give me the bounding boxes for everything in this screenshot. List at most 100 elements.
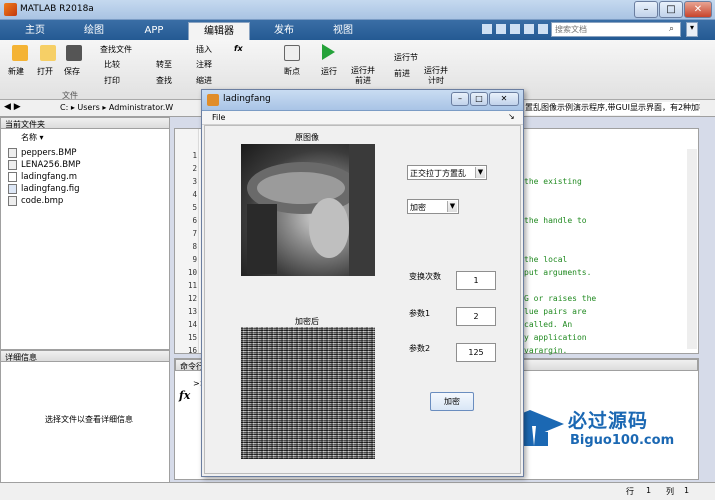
search-icon[interactable]: ⌕: [669, 24, 674, 34]
run-advance-button[interactable]: 运行并 前进: [351, 66, 375, 86]
cut-icon[interactable]: [496, 24, 506, 34]
image-file-icon: [8, 196, 17, 206]
editor-scrollbar[interactable]: [687, 149, 697, 349]
fx-icon: fx: [179, 389, 191, 402]
help-icon[interactable]: [538, 24, 548, 34]
app-title-bar: MATLAB R2018a – □ ✕: [0, 0, 715, 20]
open-folder-icon[interactable]: [40, 45, 56, 61]
advance-button[interactable]: 前进: [394, 68, 410, 79]
tab-editor[interactable]: 编辑器: [188, 22, 250, 40]
find-button[interactable]: 查找: [156, 75, 172, 86]
param1-input[interactable]: 2: [456, 307, 496, 326]
encrypt-button[interactable]: 加密: [430, 392, 474, 411]
code-comment-line: called. An: [524, 320, 573, 329]
chevron-down-icon[interactable]: ▼: [447, 201, 457, 212]
line-number: 13: [187, 307, 197, 316]
save-icon[interactable]: [482, 24, 492, 34]
current-folder-panel: 名称 ▾ peppers.BMP LENA256.BMP ladingfang.…: [0, 128, 170, 350]
editor-breadcrumb: 置乱图像示例演示程序,带GUI显示界面，有2种加密算法 ▸ 图像加解密: [525, 102, 700, 115]
breakpoints-button[interactable]: 断点: [284, 66, 300, 77]
tab-apps[interactable]: APP: [128, 22, 180, 40]
figure-title-bar: ladingfang – □ ✕: [202, 90, 523, 111]
iterations-input[interactable]: 1: [456, 271, 496, 290]
goto-button[interactable]: 转至: [156, 59, 172, 70]
name-column-header[interactable]: 名称 ▾: [21, 132, 44, 143]
figure-maximize-button[interactable]: □: [470, 92, 488, 106]
code-comment-line: lue pairs are: [524, 307, 587, 316]
file-item[interactable]: ladingfang.m: [8, 172, 77, 182]
chevron-down-icon[interactable]: ▼: [475, 167, 485, 178]
current-path[interactable]: C: ▸ Users ▸ Administrator.W: [60, 103, 200, 112]
new-button[interactable]: 新建: [8, 66, 24, 77]
back-arrow-icon[interactable]: ◀ ▶: [4, 102, 21, 112]
fig-file-icon: [8, 184, 17, 194]
file-menu[interactable]: File: [212, 113, 225, 122]
status-bar: 行 1 列 1: [0, 482, 715, 500]
code-comment-line: the existing: [524, 177, 582, 186]
param2-input[interactable]: 125: [456, 343, 496, 362]
line-number: 1: [192, 151, 197, 160]
row-label: 行: [626, 487, 634, 496]
tab-home[interactable]: 主页: [10, 22, 60, 40]
mode-select-value: 加密: [410, 203, 426, 212]
param1-label: 参数1: [409, 309, 431, 318]
method-select-value: 正交拉丁方置乱: [410, 169, 466, 178]
open-button[interactable]: 打开: [37, 66, 53, 77]
code-comment-line: the local: [524, 255, 568, 264]
mode-select[interactable]: 加密 ▼: [407, 199, 459, 214]
lena-image-icon: [247, 144, 375, 276]
undo-icon[interactable]: [510, 24, 520, 34]
maximize-button[interactable]: □: [659, 1, 683, 18]
code-comment-line: G or raises the: [524, 294, 597, 303]
file-item[interactable]: code.bmp: [8, 196, 63, 206]
save-button[interactable]: 保存: [64, 66, 80, 77]
comment-button[interactable]: 注释: [196, 59, 212, 70]
run-icon[interactable]: [322, 44, 335, 60]
file-item[interactable]: LENA256.BMP: [8, 160, 81, 170]
figure-close-button[interactable]: ✕: [489, 92, 519, 106]
save-disk-icon[interactable]: [66, 45, 82, 61]
minimize-button[interactable]: –: [634, 1, 658, 18]
tab-publish[interactable]: 发布: [256, 22, 312, 40]
line-number: 10: [187, 268, 197, 277]
col-value: 1: [684, 486, 690, 495]
original-image: [241, 144, 375, 276]
code-comment-line: the handle to: [524, 216, 587, 225]
print-button[interactable]: 打印: [104, 75, 120, 86]
close-button[interactable]: ✕: [684, 1, 712, 18]
redo-icon[interactable]: [524, 24, 534, 34]
search-docs-input[interactable]: [551, 22, 681, 37]
quick-access-toolbar: [482, 24, 548, 37]
find-files-button[interactable]: 查找文件: [100, 44, 132, 55]
line-number: 14: [187, 320, 197, 329]
line-number: 7: [192, 229, 197, 238]
file-item[interactable]: ladingfang.fig: [8, 184, 80, 194]
tab-view[interactable]: 视图: [318, 22, 368, 40]
run-button[interactable]: 运行: [321, 66, 337, 77]
figure-icon: [207, 94, 219, 106]
run-section-button[interactable]: 运行节: [394, 52, 418, 63]
filter-icon[interactable]: ▾: [686, 22, 698, 37]
line-number: 12: [187, 294, 197, 303]
run-time-button[interactable]: 运行并 计时: [424, 66, 448, 86]
matlab-logo-icon: [4, 3, 17, 16]
compare-button[interactable]: 比较: [104, 59, 120, 70]
figure-window: ladingfang – □ ✕ File ↘ 原图像 加密后 正交拉丁方置乱 …: [201, 89, 524, 477]
indent-button[interactable]: 缩进: [196, 75, 212, 86]
line-number: 4: [192, 190, 197, 199]
figure-minimize-button[interactable]: –: [451, 92, 469, 106]
line-number: 11: [187, 281, 197, 290]
line-number: 15: [187, 333, 197, 342]
fx-button[interactable]: fx: [234, 44, 243, 53]
method-select[interactable]: 正交拉丁方置乱 ▼: [407, 165, 487, 180]
m-file-icon: [8, 172, 17, 182]
line-number: 2: [192, 164, 197, 173]
line-number: 9: [192, 255, 197, 264]
code-comment-line: put arguments.: [524, 268, 592, 277]
new-icon[interactable]: [12, 45, 28, 61]
insert-button[interactable]: 插入: [196, 44, 212, 55]
tab-plots[interactable]: 绘图: [66, 22, 122, 40]
file-item[interactable]: peppers.BMP: [8, 148, 77, 158]
breakpoints-icon[interactable]: [284, 45, 300, 61]
menu-arrow-icon[interactable]: ↘: [508, 112, 515, 121]
